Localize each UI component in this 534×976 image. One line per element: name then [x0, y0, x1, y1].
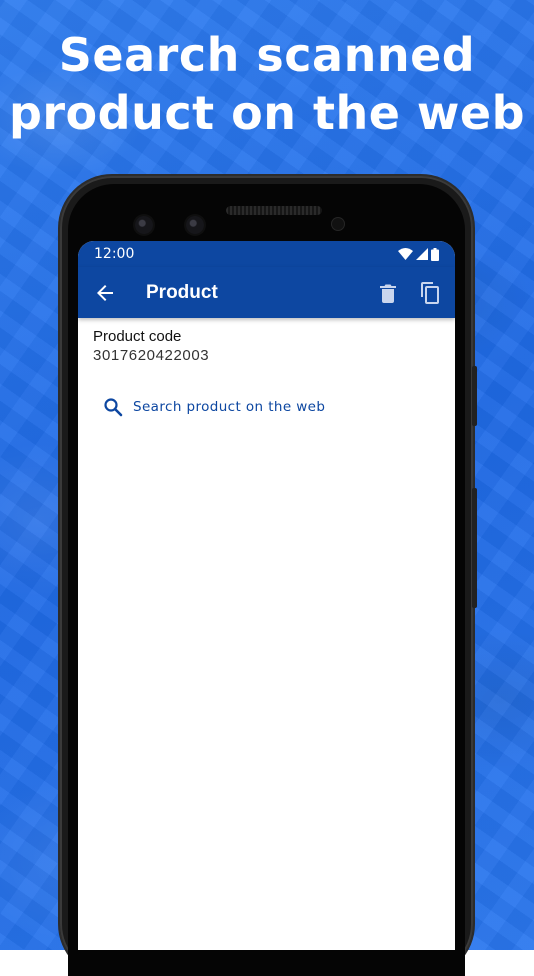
- volume-button: [472, 488, 477, 608]
- headline: Search scanned product on the web: [0, 26, 534, 142]
- earpiece-speaker: [226, 206, 322, 215]
- search-icon: [103, 396, 125, 418]
- product-code-label: Product code: [93, 328, 182, 345]
- product-code-value: 3017620422003: [93, 347, 210, 364]
- battery-icon: [431, 247, 439, 261]
- status-time: 12:00: [94, 246, 135, 262]
- product-details: Product code 3017620422003 Search produc…: [78, 318, 455, 432]
- delete-button[interactable]: [371, 276, 405, 310]
- front-camera-secondary-icon: [186, 216, 204, 234]
- status-bar: 12:00: [78, 241, 455, 267]
- search-product-web-label: Search product on the web: [133, 399, 326, 415]
- power-button: [472, 366, 477, 426]
- signal-icon: [416, 248, 428, 260]
- arrow-back-icon: [97, 284, 113, 301]
- back-button[interactable]: [92, 280, 118, 306]
- app-bar: Product: [78, 267, 455, 318]
- status-icons: [398, 247, 439, 261]
- phone-screen: 12:00 Product Product code 3017620422003…: [78, 241, 455, 950]
- copy-icon: [421, 281, 439, 304]
- page-title: Product: [146, 281, 218, 303]
- delete-icon: [380, 284, 396, 303]
- search-product-web-button[interactable]: Search product on the web: [93, 392, 440, 422]
- headline-line-1: Search scanned: [58, 28, 476, 82]
- front-camera-icon: [135, 216, 153, 234]
- wifi-icon: [398, 248, 413, 260]
- headline-line-2: product on the web: [8, 86, 526, 140]
- copy-button[interactable]: [413, 276, 447, 310]
- proximity-sensor: [332, 218, 344, 230]
